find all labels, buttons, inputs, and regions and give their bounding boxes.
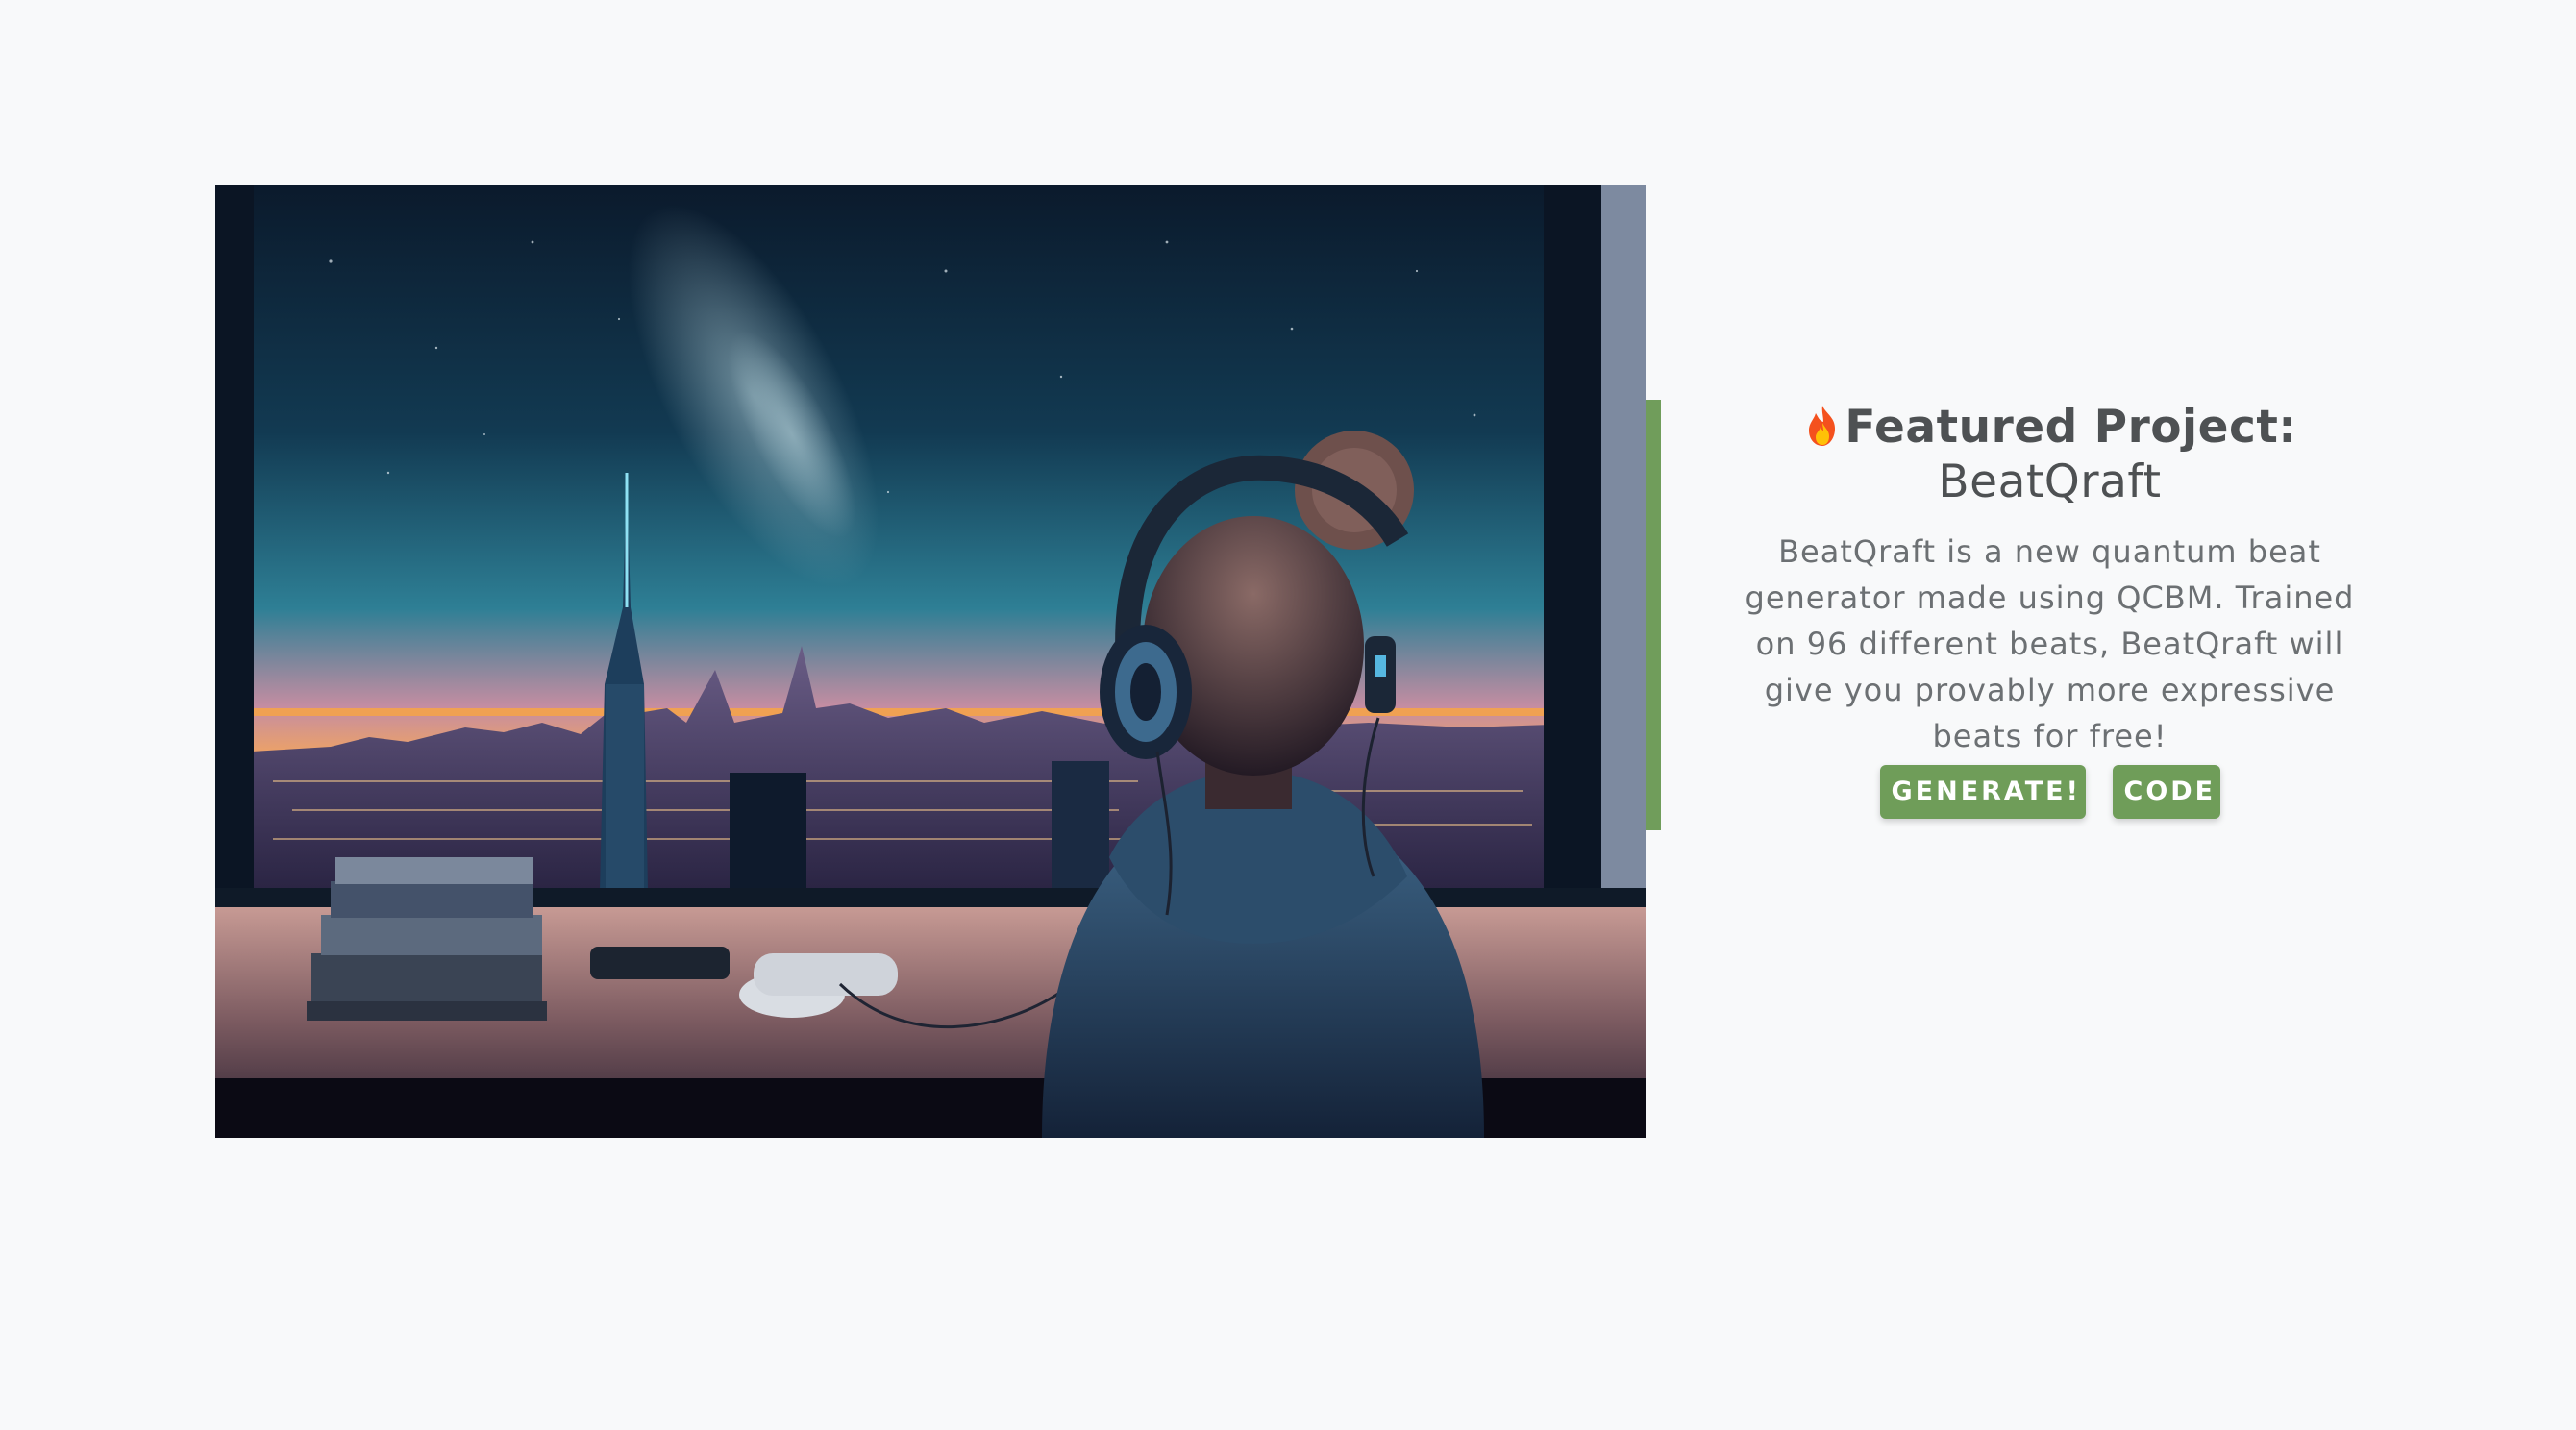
featured-project-title: Featured Project: BeatQraft — [1661, 400, 2439, 509]
code-button[interactable]: CODE — [2112, 765, 2220, 819]
project-actions: GENERATE! CODE — [1661, 765, 2439, 819]
featured-project-image — [215, 185, 1646, 1138]
featured-project-card: Featured Project: BeatQraft BeatQraft is… — [1646, 400, 2439, 830]
project-name: BeatQraft — [1938, 456, 2162, 508]
headphones-listener-illustration — [215, 185, 1646, 1138]
fire-icon — [1802, 404, 1843, 448]
project-description: BeatQraft is a new quantum beat generato… — [1745, 533, 2355, 754]
generate-button[interactable]: GENERATE! — [1879, 765, 2086, 819]
featured-label: Featured Project: — [1845, 401, 2297, 454]
